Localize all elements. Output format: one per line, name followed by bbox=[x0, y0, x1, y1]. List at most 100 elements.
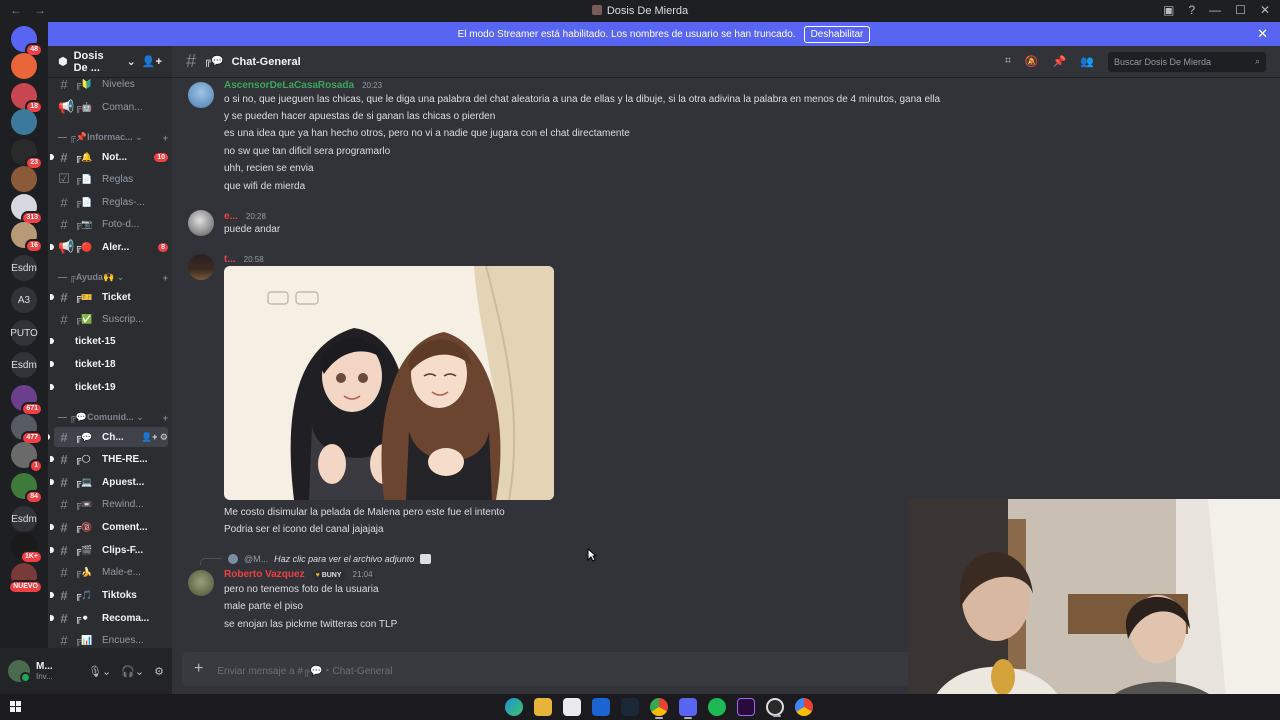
server-icon[interactable]: Esdm bbox=[11, 352, 37, 378]
reply-mention[interactable]: @M... bbox=[244, 554, 268, 564]
add-channel-icon[interactable]: + bbox=[163, 413, 168, 423]
minimize-button[interactable]: — bbox=[1209, 3, 1221, 17]
add-attachment-icon[interactable]: + bbox=[194, 660, 203, 678]
channel-category[interactable]: — ╔💬Comunid... ⌄ + bbox=[58, 412, 168, 423]
message-input[interactable]: + Enviar mensaje a #╔💬・Chat-General bbox=[182, 652, 912, 686]
headphones-icon[interactable]: 🎧⌄ bbox=[121, 665, 144, 678]
message-author[interactable]: Roberto Vazquez bbox=[224, 569, 305, 580]
server-icon[interactable]: 48 bbox=[11, 26, 43, 57]
server-icon[interactable]: 16 bbox=[11, 222, 43, 253]
channel-item[interactable]: ticket-19 bbox=[50, 377, 168, 397]
channel-emoji: ╔🔴 bbox=[75, 241, 93, 252]
server-icon[interactable]: 23 bbox=[11, 139, 43, 170]
channel-item[interactable]: # ╔🔔 Not... 10 bbox=[50, 147, 168, 167]
channel-emoji: ╔✅ bbox=[75, 313, 93, 324]
add-channel-icon[interactable]: + bbox=[163, 273, 168, 283]
invite-icon[interactable]: 👤+ bbox=[142, 55, 162, 68]
server-icon[interactable]: 671 bbox=[11, 385, 43, 416]
server-icon[interactable]: Esdm bbox=[11, 255, 37, 281]
avatar[interactable] bbox=[188, 210, 214, 236]
channel-item[interactable]: # ╔🌕 THE-RE... bbox=[50, 449, 168, 469]
channel-label: Reglas-... bbox=[102, 196, 145, 208]
server-icon[interactable]: 84 bbox=[11, 473, 43, 504]
avatar[interactable] bbox=[188, 254, 214, 280]
server-icon[interactable] bbox=[11, 166, 37, 192]
channel-item[interactable]: # ╔🎵 Tiktoks bbox=[50, 585, 168, 605]
windows-start-icon[interactable] bbox=[10, 701, 22, 713]
server-icon[interactable] bbox=[11, 53, 37, 79]
disable-streamer-button[interactable]: Deshabilitar bbox=[803, 25, 871, 43]
channel-item[interactable]: # ╔💬 Ch... 👤+ ⚙ bbox=[48, 427, 168, 447]
obs-icon[interactable] bbox=[766, 698, 784, 717]
server-badge-icon: ⬢ bbox=[58, 56, 68, 68]
store-icon[interactable] bbox=[563, 698, 581, 716]
inbox-icon[interactable]: ▣ bbox=[1163, 3, 1174, 17]
message-author[interactable]: t... bbox=[224, 254, 236, 265]
message-author[interactable]: e... bbox=[224, 211, 238, 222]
edge-browser-icon[interactable] bbox=[505, 698, 523, 716]
member-list-icon[interactable]: 👥 bbox=[1080, 55, 1094, 68]
server-icon[interactable]: 313 bbox=[11, 194, 43, 225]
channel-item[interactable]: # ╔🔞 Coment... bbox=[50, 517, 168, 537]
server-icon[interactable]: A3 bbox=[11, 287, 37, 313]
channel-item[interactable]: ☑ ╔📄 Reglas bbox=[58, 169, 168, 189]
channel-item[interactable]: # ╔📷 Foto-d... bbox=[58, 214, 168, 234]
mail-icon[interactable] bbox=[592, 698, 610, 716]
attachment-image[interactable] bbox=[224, 266, 554, 500]
channel-item[interactable]: # ╔⚫ Recoma... bbox=[50, 608, 168, 628]
server-icon[interactable]: 477 bbox=[11, 414, 43, 445]
channel-item[interactable]: ticket-15 bbox=[50, 331, 168, 351]
message-text: no sw que tan dificil sera programarlo bbox=[224, 146, 391, 157]
discord-icon[interactable] bbox=[679, 698, 697, 719]
server-icon[interactable]: 1 bbox=[11, 442, 43, 473]
premiere-icon[interactable] bbox=[737, 698, 755, 716]
close-button[interactable]: ✕ bbox=[1260, 3, 1270, 17]
spotify-icon[interactable] bbox=[708, 698, 726, 716]
chrome-profile-icon[interactable] bbox=[795, 698, 813, 716]
search-input[interactable]: Buscar Dosis De Mierda ⌕ bbox=[1108, 51, 1266, 72]
pin-icon[interactable]: 📌 bbox=[1053, 55, 1067, 68]
channel-item[interactable]: # ╔💻 Apuest... bbox=[50, 472, 168, 492]
channel-item[interactable]: 📢 ╔🤖 Coman... bbox=[58, 97, 168, 117]
server-icon[interactable]: 1K+ bbox=[11, 533, 43, 564]
microphone-icon[interactable]: 🎙⌄ bbox=[88, 665, 111, 678]
channel-category[interactable]: — ╔Ayuda🙌 ⌄ + bbox=[58, 272, 168, 283]
user-info[interactable]: M... Inv... bbox=[36, 661, 53, 681]
server-icon[interactable]: Esdm bbox=[11, 506, 37, 532]
server-icon[interactable]: PUTO bbox=[10, 320, 38, 346]
channel-item[interactable]: # ╔📼 Rewind... bbox=[58, 494, 168, 514]
avatar[interactable] bbox=[188, 82, 214, 108]
chrome-icon[interactable] bbox=[650, 698, 668, 719]
guild-name: Dosis De ... bbox=[73, 49, 104, 74]
settings-gear-icon[interactable]: ⚙ bbox=[154, 665, 164, 678]
close-icon[interactable]: ✕ bbox=[1257, 26, 1268, 42]
server-icon[interactable]: NUEVO bbox=[8, 563, 43, 594]
server-icon[interactable] bbox=[11, 109, 37, 135]
channel-item[interactable]: # ╔🔰 Niveles bbox=[58, 74, 168, 94]
channel-item[interactable]: ticket-18 bbox=[50, 354, 168, 374]
steam-icon[interactable] bbox=[621, 698, 639, 716]
add-channel-icon[interactable]: + bbox=[163, 133, 168, 143]
channel-category[interactable]: — ╔📌Informac... ⌄ + bbox=[58, 132, 168, 143]
avatar[interactable] bbox=[8, 660, 31, 683]
channel-emoji: ╔🍌 bbox=[75, 566, 93, 577]
help-icon[interactable]: ? bbox=[1188, 3, 1195, 17]
channel-item[interactable]: # ╔✅ Suscrip... bbox=[58, 309, 168, 329]
channel-item[interactable]: # ╔🎫 Ticket bbox=[50, 287, 168, 307]
channel-item[interactable]: # ╔📊 Encues... bbox=[58, 630, 168, 648]
reply-preview[interactable]: @M... Haz clic para ver el archivo adjun… bbox=[200, 552, 432, 565]
server-icon[interactable]: 18 bbox=[11, 83, 43, 114]
avatar[interactable] bbox=[188, 570, 214, 596]
threads-icon[interactable]: ⌗ bbox=[1005, 55, 1011, 68]
channel-item[interactable]: # ╔🍌 Male-e... bbox=[58, 562, 168, 582]
notification-bell-icon[interactable]: 🔕 bbox=[1025, 55, 1039, 68]
channel-settings-icon[interactable]: 👤+ ⚙ bbox=[141, 432, 168, 443]
file-explorer-icon[interactable] bbox=[534, 698, 552, 716]
reply-text[interactable]: Haz clic para ver el archivo adjunto bbox=[274, 554, 414, 564]
channel-item[interactable]: # ╔📄 Reglas-... bbox=[58, 192, 168, 212]
channel-item[interactable]: 📢 ╔🔴 Aler... 8 bbox=[50, 237, 168, 257]
unread-indicator bbox=[50, 384, 54, 390]
channel-item[interactable]: # ╔🎬 Clips-F... bbox=[50, 540, 168, 560]
message-author[interactable]: AscensorDeLaCasaRosada bbox=[224, 80, 354, 91]
maximize-button[interactable]: ☐ bbox=[1235, 3, 1246, 17]
